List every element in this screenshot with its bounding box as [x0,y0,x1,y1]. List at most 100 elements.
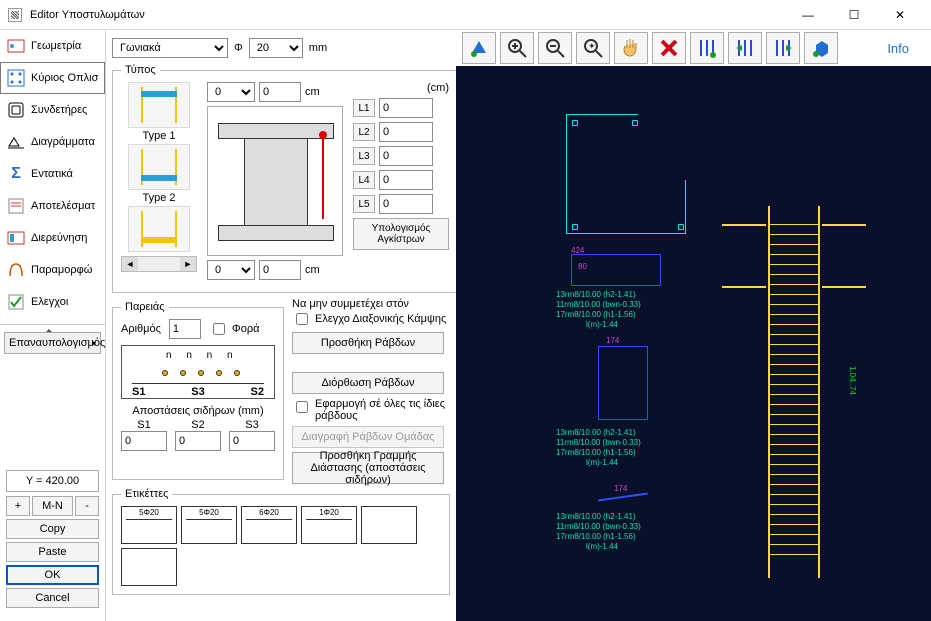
sidebar-item-deform[interactable]: Παραμορφώ [0,254,105,286]
close-button[interactable]: ✕ [877,0,923,30]
n-label: n n n n [166,350,239,361]
section-outline [566,114,686,234]
etik-cell[interactable]: 6Φ20 [241,506,297,544]
paste-button[interactable]: Paste [6,542,99,562]
sidebar-item-diagrams[interactable]: Διαγράμματα [0,126,105,158]
s2-input[interactable] [175,431,221,451]
maximize-button[interactable]: ☐ [831,0,877,30]
cm1-unit: cm [305,86,320,98]
bars-tool-1-button[interactable] [690,32,724,64]
calc-anchors-button[interactable]: Υπολογισμός Αγκίστρων [353,218,449,250]
type-label: Type 2 [142,192,175,204]
sidebar-item-main-rebar[interactable]: Κύριος Οπλισ [0,62,105,94]
cm2-unit: cm [305,264,320,276]
type-item-3[interactable] [121,206,197,252]
mn-button[interactable]: M-N [32,496,73,516]
etik-cell[interactable]: 1Φ20 [301,506,357,544]
y-plus-button[interactable]: + [6,496,30,516]
cm2-a-select[interactable]: 0 [207,260,255,280]
fix-bars-button[interactable]: Διόρθωση Ράβδων [292,372,444,394]
sidebar-item-explore[interactable]: Διερεύνηση [0,222,105,254]
center-panel: Γωνιακά Φ 20 mm Τύπος Type 1 [106,30,456,621]
info-link[interactable]: Info [871,41,925,56]
copy-button[interactable]: Copy [6,519,99,539]
type-thumb-3 [128,206,190,252]
sidebar-item-checks[interactable]: Ελεγχοι [0,286,105,318]
ok-button[interactable]: OK [6,565,99,585]
type-label: Type 1 [142,130,175,142]
bars-tool-3-button[interactable] [766,32,800,64]
skip-biaxial-checkbox[interactable]: Ελεγχο Διαξονικής Κάμψης [292,310,446,328]
add-bars-button[interactable]: Προσθήκη Ράβδων [292,332,444,354]
delete-group-button[interactable]: Διαγραφή Ράβδων Ομάδας [292,426,444,448]
svg-text:✦: ✦ [588,41,596,51]
bars-tool-2-button[interactable] [728,32,762,64]
view-3d-button[interactable] [462,32,496,64]
etik-cell[interactable]: 5Φ20 [121,506,177,544]
type-item-1[interactable]: Type 1 [121,82,197,142]
l1-input[interactable] [379,98,433,118]
explore-icon [5,227,27,249]
type-item-2[interactable]: Type 2 [121,144,197,204]
l4-label: L4 [353,171,375,189]
annot: 13rm8/10.00 (h2-1.41) [556,290,636,300]
scroll-left-icon[interactable]: ◄ [122,257,138,271]
l5-label: L5 [353,195,375,213]
sidebar-item-label: Διαγράμματα [31,136,95,148]
labels-fieldset: Ετικέττες 5Φ20 5Φ20 6Φ20 1Φ20 [112,488,450,595]
l3-input[interactable] [379,146,433,166]
scroll-right-icon[interactable]: ► [180,257,196,271]
l5-input[interactable] [379,194,433,214]
col-height-dim: 1.04..74 [848,366,857,395]
annot: l(m)-1.44 [586,320,618,330]
sidebar-item-results[interactable]: Αποτελέσματ [0,190,105,222]
annot: 11rm8/10.00 (bwn-0.33) [556,522,641,532]
y-minus-button[interactable]: - [75,496,99,516]
cm1-a-select[interactable]: 0 [207,82,255,102]
apply-same-checkbox[interactable]: Εφαρμογή σέ όλες τις ίδιες ράβδους [292,398,450,422]
type-thumb-1 [128,82,190,128]
stirrups-icon [5,99,27,121]
s3-input[interactable] [229,431,275,451]
dim-text: 174 [614,484,627,494]
annot: 17rm8/10.00 (h1-1.56) [556,448,636,458]
zoom-in-button[interactable] [500,32,534,64]
sidebar-item-forces[interactable]: Σ Εντατικά [0,158,105,190]
zoom-out-button[interactable] [538,32,572,64]
sidebar-item-label: Παραμορφώ [31,264,92,276]
sidebar-item-geometry[interactable]: Γεωμετρία [0,30,105,62]
s1-input[interactable] [121,431,167,451]
cancel-button[interactable]: Cancel [6,588,99,608]
num-input[interactable] [169,319,201,339]
sidebar-item-label: Κύριος Οπλισ [31,72,98,84]
l4-input[interactable] [379,170,433,190]
recalc-dropdown[interactable]: Επαναυπολογισμός [4,332,101,354]
zoom-extents-button[interactable]: ✦ [576,32,610,64]
annot: l(m)-1.44 [586,458,618,468]
cad-canvas[interactable]: 424 80 174 174 13rm8/10.00 (h2-1.41) 11r… [456,66,931,621]
l1-label: L1 [353,99,375,117]
type-list: Type 1 Type 2 ◄ ► [121,82,197,284]
fora-checkbox[interactable]: Φορά [209,320,260,338]
sidebar-item-label: Εντατικά [31,168,73,180]
etik-cell[interactable] [361,506,417,544]
etik-cell[interactable]: 5Φ20 [181,506,237,544]
sidebar-item-label: Ελεγχοι [31,296,68,308]
sidebar-divider[interactable] [0,324,105,330]
cm1-b-input[interactable] [259,82,301,102]
bar-kind-select[interactable]: Γωνιακά [112,38,228,58]
cube-button[interactable] [804,32,838,64]
add-dim-line-button[interactable]: Προσθήκη Γραμμής Διάστασης (αποστάσεις σ… [292,452,444,484]
type-scrollbar[interactable]: ◄ ► [121,256,197,272]
delete-button[interactable] [652,32,686,64]
spacing-title: Αποστάσεις σιδήρων (mm) [121,405,275,417]
sidebar-item-stirrups[interactable]: Συνδετήρες [0,94,105,126]
pan-button[interactable] [614,32,648,64]
cm2-b-input[interactable] [259,260,301,280]
etik-cell[interactable] [121,548,177,586]
geometry-icon [5,35,27,57]
minimize-button[interactable]: — [785,0,831,30]
rebar-icon [5,67,27,89]
phi-select[interactable]: 20 [249,38,303,58]
l2-input[interactable] [379,122,433,142]
